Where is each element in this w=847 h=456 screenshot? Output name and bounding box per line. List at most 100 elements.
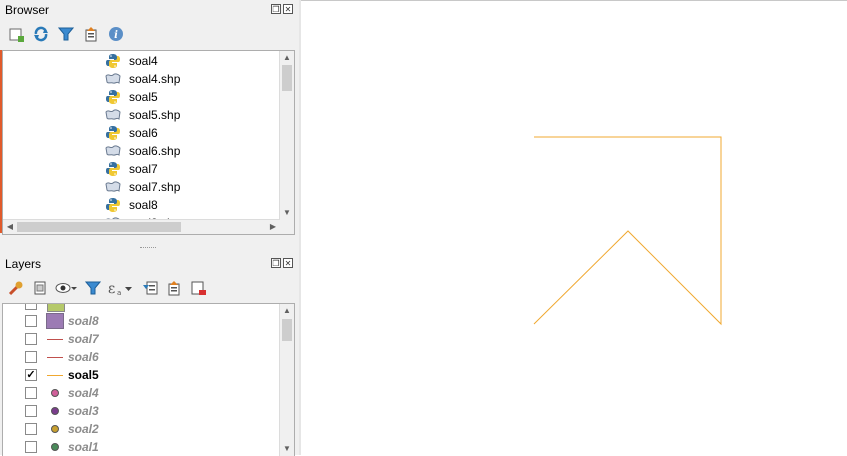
layer-name: soal1 (68, 440, 99, 454)
layer-row-soal8[interactable]: soal8 (25, 312, 99, 330)
remove-layer-icon[interactable] (188, 278, 207, 297)
browser-item-label: soal8 (129, 198, 158, 212)
scroll-down-icon[interactable]: ▼ (280, 206, 294, 220)
browser-toolbar: i (6, 24, 125, 43)
layer-checkbox[interactable] (25, 304, 37, 310)
layers-vertical-scrollbar[interactable]: ▲ ▼ (279, 304, 294, 456)
python-icon (105, 161, 121, 177)
filter-icon[interactable] (56, 24, 75, 43)
browser-item-label: soal4 (129, 54, 158, 68)
refresh-icon[interactable] (31, 24, 50, 43)
add-group-icon[interactable] (30, 278, 49, 297)
scroll-up-icon[interactable]: ▲ (280, 51, 294, 65)
layer-checkbox[interactable]: ✓ (25, 369, 37, 381)
browser-item[interactable]: soal7 (105, 160, 158, 178)
collapse-all-icon[interactable] (81, 24, 100, 43)
scroll-up-icon[interactable]: ▲ (280, 304, 294, 318)
layer-checkbox[interactable] (25, 441, 37, 453)
layer-name: soal7 (68, 332, 99, 346)
splitter-grip[interactable] (140, 247, 156, 251)
close-icon[interactable]: ✕ (283, 258, 293, 268)
shapefile-icon (105, 107, 121, 123)
browser-vertical-scrollbar[interactable]: ▲ ▼ (279, 51, 294, 234)
scroll-thumb[interactable] (17, 222, 181, 232)
layer-row-soal6[interactable]: soal6 (25, 348, 99, 366)
browser-item[interactable]: soal6.shp (105, 142, 180, 160)
layer-name: soal2 (68, 422, 99, 436)
browser-item[interactable]: soal8 (105, 196, 158, 214)
shapefile-icon (105, 179, 121, 195)
layer-row-soal3[interactable]: soal3 (25, 402, 99, 420)
shapefile-icon (105, 143, 121, 159)
fill-symbol-icon (46, 313, 64, 329)
browser-item[interactable]: soal4.shp (105, 70, 180, 88)
style-icon[interactable] (6, 278, 25, 297)
browser-item-label: soal7 (129, 162, 158, 176)
info-icon[interactable]: i (106, 24, 125, 43)
svg-text:i: i (114, 30, 118, 41)
layers-dock-buttons: ❐ ✕ (271, 258, 293, 268)
expression-filter-icon[interactable]: εa (107, 278, 135, 297)
python-icon (105, 125, 121, 141)
line-symbol-icon (46, 331, 64, 347)
collapse-all-icon[interactable] (164, 278, 183, 297)
browser-tree[interactable]: soal8.shpsoal8soal7.shpsoal7soal6.shpsoa… (2, 50, 295, 235)
browser-item[interactable]: soal4 (105, 52, 158, 70)
browser-item[interactable]: soal5.shp (105, 106, 180, 124)
scroll-thumb[interactable] (282, 65, 292, 91)
svg-text:ε: ε (108, 281, 115, 296)
scroll-left-icon[interactable]: ◀ (3, 220, 17, 234)
browser-item-label: soal5 (129, 90, 158, 104)
layer-name: soal3 (68, 404, 99, 418)
layer-row-soal7[interactable]: soal7 (25, 330, 99, 348)
layer-checkbox[interactable] (25, 351, 37, 363)
point-symbol-icon (46, 403, 64, 419)
fill-symbol-icon (47, 304, 65, 312)
float-icon[interactable]: ❐ (271, 258, 281, 268)
layer-row-soal1[interactable]: soal1 (25, 438, 99, 456)
layers-panel-title: Layers (5, 257, 42, 271)
layer-row-soal4[interactable]: soal4 (25, 384, 99, 402)
browser-item[interactable]: soal6 (105, 124, 158, 142)
browser-horizontal-scrollbar[interactable]: ◀ ▶ (3, 219, 280, 234)
browser-item-label: soal6.shp (129, 144, 181, 158)
layer-row-soal2[interactable]: soal2 (25, 420, 99, 438)
line-symbol-icon (46, 349, 64, 365)
layers-toolbar: εa (6, 278, 207, 297)
float-icon[interactable]: ❐ (271, 4, 281, 14)
scroll-thumb[interactable] (282, 319, 292, 341)
map-canvas[interactable] (301, 0, 847, 455)
layer-name: soal6 (68, 350, 99, 364)
visibility-icon[interactable] (54, 278, 78, 297)
browser-item[interactable]: soal7.shp (105, 178, 180, 196)
filter-icon[interactable] (83, 278, 102, 297)
layer-name: soal8 (68, 314, 99, 328)
browser-item-label: soal7.shp (129, 180, 181, 194)
layers-tree[interactable]: soal8 soal7 soal6 ✓ soal5 soal4 soal3 soal2 soal… (2, 303, 295, 456)
layer-checkbox[interactable] (25, 423, 37, 435)
python-icon (105, 197, 121, 213)
layer-checkbox[interactable] (25, 387, 37, 399)
point-symbol-icon (46, 385, 64, 401)
scroll-right-icon[interactable]: ▶ (266, 220, 280, 234)
layer-name: soal4 (68, 386, 99, 400)
shapefile-icon (105, 71, 121, 87)
browser-item-label: soal5.shp (129, 108, 181, 122)
browser-panel-title: Browser (5, 3, 50, 17)
add-layer-icon[interactable] (6, 24, 25, 43)
layer-checkbox[interactable] (25, 405, 37, 417)
layer-row-soal5[interactable]: ✓ soal5 (25, 366, 99, 384)
python-icon (105, 53, 121, 69)
browser-item-label: soal4.shp (129, 72, 181, 86)
line-symbol-icon (46, 367, 64, 383)
close-icon[interactable]: ✕ (283, 4, 293, 14)
layer-name: soal5 (68, 368, 99, 382)
python-icon (105, 89, 121, 105)
left-dock: Browser ❐ ✕ i soal8.shpsoal8soal7.shpsoa… (0, 0, 299, 456)
svg-text:a: a (117, 289, 121, 296)
expand-all-icon[interactable] (140, 278, 159, 297)
layer-checkbox[interactable] (25, 333, 37, 345)
scroll-down-icon[interactable]: ▼ (280, 442, 294, 456)
browser-item[interactable]: soal5 (105, 88, 158, 106)
layer-checkbox[interactable] (25, 315, 37, 327)
